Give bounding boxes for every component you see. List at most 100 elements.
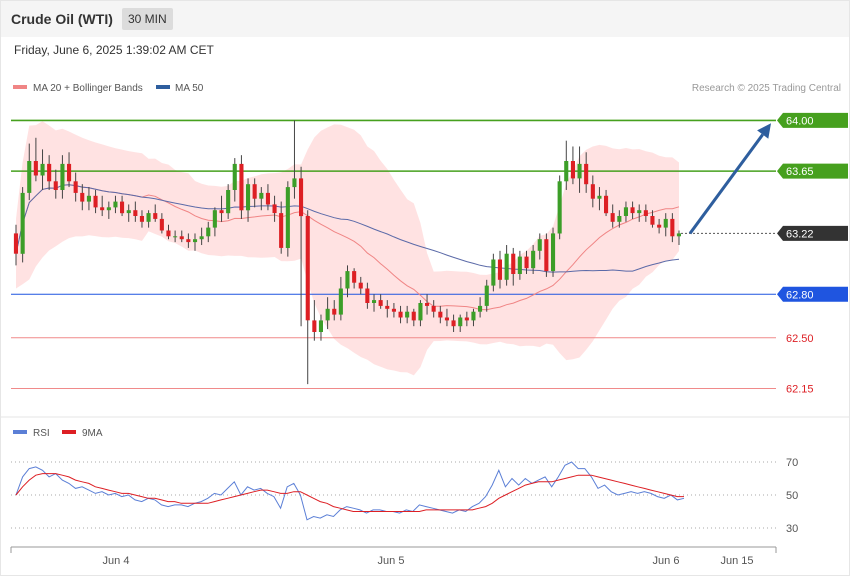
forecast-arrow-head — [757, 123, 771, 139]
candle-body — [570, 161, 575, 179]
level-label-62.50: 62.50 — [786, 333, 814, 345]
candle-body — [259, 192, 264, 199]
candle-body — [106, 207, 111, 211]
level-label-62.15: 62.15 — [786, 384, 814, 396]
candle-body — [358, 282, 363, 289]
candle-body — [564, 161, 569, 182]
candle-body — [511, 253, 516, 274]
candle-body — [544, 239, 549, 272]
ma50-legend-label: MA 50 — [175, 83, 204, 94]
candle-body — [179, 236, 184, 240]
candle-body — [126, 210, 131, 214]
candle-body — [73, 181, 78, 193]
rsi-legend-label: RSI — [33, 428, 50, 439]
candle-body — [199, 236, 204, 240]
copyright-note: Research © 2025 Trading Central — [692, 83, 841, 94]
candle-body — [663, 218, 668, 228]
chart-canvas: MA 20 + Bollinger Bands MA 50 Research ©… — [1, 83, 849, 567]
candle-body — [232, 163, 237, 190]
rsi-tick-label-50: 50 — [786, 490, 798, 502]
candle-body — [405, 311, 410, 318]
rsi-tick-label-30: 30 — [786, 523, 798, 535]
candle-body — [159, 218, 164, 231]
candle-body — [206, 227, 211, 237]
candle-body — [657, 224, 662, 228]
candle-body — [212, 210, 217, 228]
rsi-legend-swatch — [13, 430, 27, 434]
x-tick-label: Jun 15 — [720, 555, 753, 567]
level-label-64.00: 64.00 — [786, 115, 814, 127]
candle-body — [637, 210, 642, 214]
price-panel: 64.00 63.65 63.22 62.80 62.50 62.15 — [11, 112, 848, 396]
rsi-ma-legend-swatch — [62, 430, 76, 434]
candle-body — [133, 210, 138, 216]
level-label-62.80: 62.80 — [786, 289, 814, 301]
candle-body — [20, 192, 25, 254]
candle-body — [338, 288, 343, 315]
candle-body — [676, 233, 681, 237]
candle-body — [67, 163, 72, 182]
rsi-tick-label-70: 70 — [786, 457, 798, 469]
level-label-63.22: 63.22 — [786, 228, 814, 240]
candle-body — [113, 201, 118, 208]
candle-body — [458, 317, 463, 327]
forecast-arrow-shaft — [688, 133, 764, 235]
candle-body — [491, 259, 496, 286]
candle-body — [365, 288, 370, 303]
candle-body — [265, 192, 270, 205]
candle-body — [610, 213, 615, 222]
candle-body — [497, 259, 502, 280]
candle-body — [53, 181, 58, 190]
candle-body — [643, 210, 648, 216]
candle-body — [537, 239, 542, 251]
candle-body — [551, 233, 556, 272]
candle-body — [139, 216, 144, 222]
candle-body — [93, 195, 98, 208]
x-tick-label: Jun 5 — [378, 555, 405, 567]
candle-body — [246, 184, 251, 211]
candle-body — [372, 300, 377, 303]
rsi-series-9MA — [15, 473, 684, 512]
candle-body — [464, 317, 469, 321]
candle-body — [80, 192, 85, 202]
candle-body — [13, 233, 18, 254]
candle-body — [378, 300, 383, 306]
candle-body — [597, 195, 602, 199]
candle-body — [100, 207, 105, 211]
candle-body — [398, 311, 403, 318]
candle-body — [272, 204, 277, 214]
candle-body — [153, 213, 158, 219]
candle-body — [312, 320, 317, 332]
candle-body — [33, 161, 38, 176]
candle-body — [484, 285, 489, 306]
ma20-legend-swatch — [13, 85, 27, 89]
candle-body — [252, 184, 257, 199]
candle-body — [345, 271, 350, 289]
candle-body — [332, 308, 337, 315]
candle-body — [590, 184, 595, 199]
candle-body — [166, 230, 171, 237]
candle-body — [385, 305, 390, 309]
candle-body — [40, 163, 45, 176]
ma20-legend-label: MA 20 + Bollinger Bands — [33, 83, 143, 94]
candle-body — [411, 311, 416, 321]
candle-body — [352, 271, 357, 283]
candle-body — [418, 303, 423, 321]
rsi-ma-legend-label: 9MA — [82, 428, 103, 439]
candle-body — [451, 320, 456, 327]
candle-body — [504, 253, 509, 280]
candle-body — [279, 213, 284, 248]
candle-body — [239, 163, 244, 211]
candle-body — [299, 178, 304, 217]
candle-body — [438, 311, 443, 318]
candle-body — [391, 308, 396, 312]
candle-body — [650, 216, 655, 225]
candle-body — [86, 195, 91, 202]
ma50-legend-swatch — [156, 85, 170, 89]
candle-body — [670, 218, 675, 237]
candle-body — [471, 311, 476, 321]
candle-body — [444, 317, 449, 321]
candle-body — [531, 250, 536, 269]
chart-widget: Crude Oil (WTI) 30 MIN Friday, June 6, 2… — [0, 0, 850, 576]
candle-body — [517, 256, 522, 274]
